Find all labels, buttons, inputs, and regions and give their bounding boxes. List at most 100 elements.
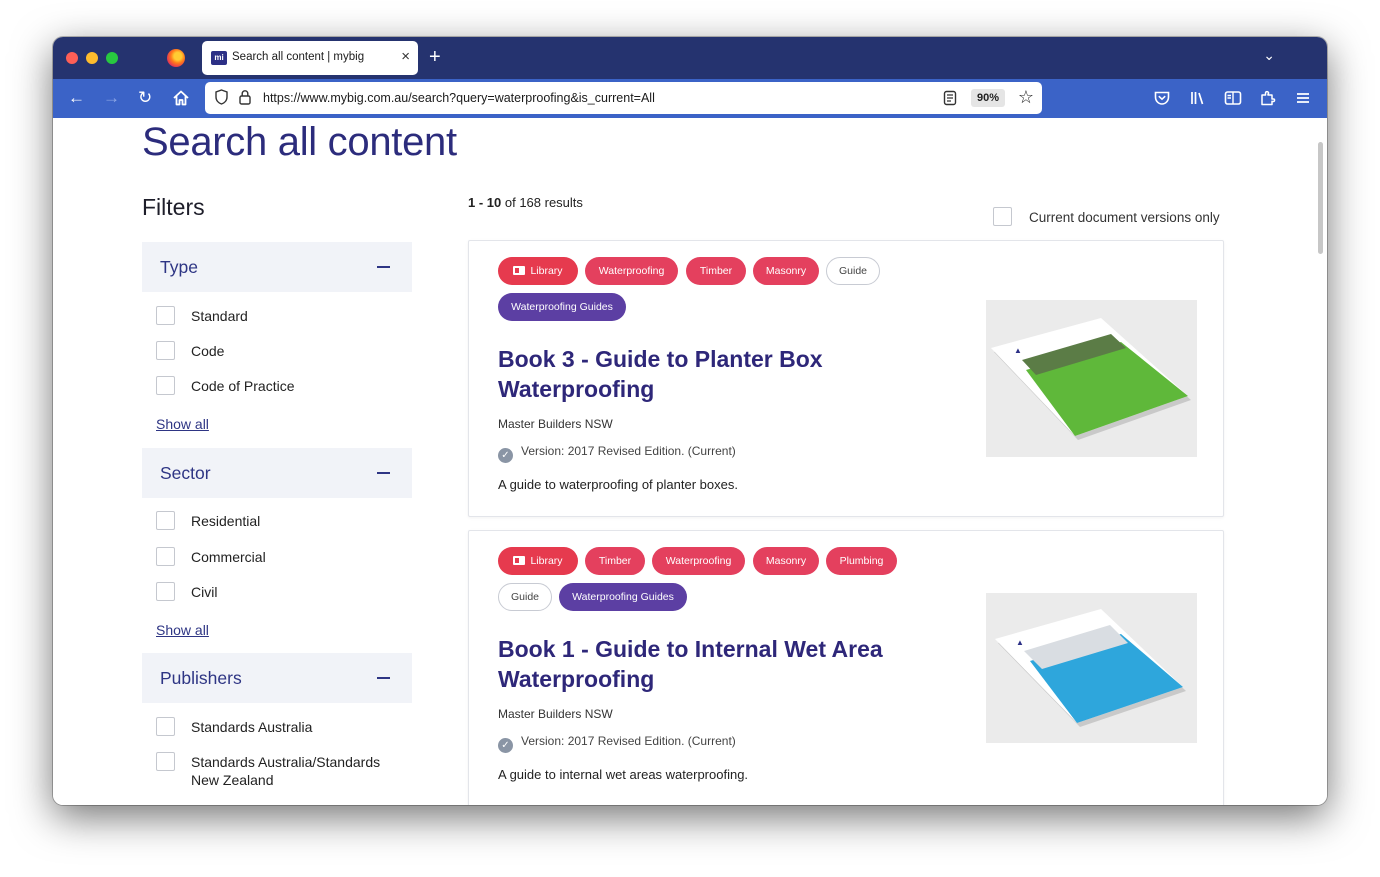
lock-icon[interactable] (238, 89, 252, 105)
maximize-window-button[interactable] (106, 52, 118, 64)
filter-group-publishers-header[interactable]: Publishers (142, 653, 412, 703)
results-range: 1 - 10 (468, 195, 502, 210)
mybig-favicon-icon: mi (211, 51, 227, 65)
close-window-button[interactable] (66, 52, 78, 64)
tag-waterproofing-guides[interactable]: Waterproofing Guides (498, 293, 626, 321)
filter-checkbox[interactable] (156, 582, 175, 601)
filter-option-label: Code of Practice (191, 378, 295, 394)
new-tab-button[interactable]: + (429, 46, 441, 68)
tag-plumbing[interactable]: Plumbing (826, 547, 897, 575)
tag-waterproofing[interactable]: Waterproofing (652, 547, 745, 575)
result-title-link[interactable]: Book 1 - Guide to Internal Wet Area Wate… (498, 634, 918, 694)
filter-checkbox[interactable] (156, 306, 175, 325)
check-circle-icon: ✓ (498, 738, 513, 753)
sidebar-icon[interactable] (1224, 89, 1242, 107)
tag-waterproofing[interactable]: Waterproofing (585, 257, 678, 285)
version-text: Version: 2017 Revised Edition. (Current) (521, 444, 736, 458)
menu-hamburger-icon[interactable] (1294, 89, 1312, 107)
tag-library[interactable]: Library (498, 547, 578, 575)
zoom-level-button[interactable]: 90% (970, 89, 1005, 107)
filter-group-type-header[interactable]: Type (142, 242, 412, 292)
result-title-link[interactable]: Book 3 - Guide to Planter Box Waterproof… (498, 344, 918, 404)
results-count: 1 - 10 of 168 results (468, 195, 583, 210)
filter-checkbox[interactable] (156, 547, 175, 566)
result-version: ✓ Version: 2017 Revised Edition. (Current… (498, 734, 736, 753)
tag-guide[interactable]: Guide (498, 583, 552, 611)
filter-option-label: Standards Australia (191, 719, 313, 735)
minimize-window-button[interactable] (86, 52, 98, 64)
result-publisher: Master Builders NSW (498, 707, 613, 721)
tab-title: Search all content | mybig (232, 51, 365, 63)
filter-checkbox[interactable] (156, 341, 175, 360)
tab-list-chevron-icon[interactable]: ⌄ (1263, 47, 1275, 64)
result-publisher: Master Builders NSW (498, 417, 613, 431)
tag-library[interactable]: Library (498, 257, 578, 285)
book-cover-image: ▲ (995, 609, 1186, 727)
home-icon[interactable] (172, 89, 190, 107)
filter-checkbox[interactable] (156, 752, 175, 771)
collapse-minus-icon[interactable] (377, 266, 390, 268)
url-bar[interactable]: https://www.mybig.com.au/search?query=wa… (205, 82, 1042, 114)
result-cover-thumbnail[interactable]: ▲ (986, 593, 1197, 743)
reload-button[interactable]: ↻ (138, 88, 152, 108)
filters-heading: Filters (142, 194, 205, 220)
tag-timber[interactable]: Timber (585, 547, 645, 575)
result-title-line: Waterproofing (498, 376, 655, 402)
tag-guide[interactable]: Guide (826, 257, 880, 285)
reader-view-icon[interactable] (943, 90, 957, 106)
result-title-line: Waterproofing (498, 666, 655, 692)
filter-group-title: Type (160, 257, 198, 277)
tag-masonry[interactable]: Masonry (753, 257, 819, 285)
result-card[interactable]: Library Waterproofing Timber Masonry Gui… (468, 240, 1224, 517)
tag-label: Library (530, 265, 563, 277)
check-circle-icon: ✓ (498, 448, 513, 463)
extensions-icon[interactable] (1259, 89, 1277, 107)
current-versions-label: Current document versions only (1029, 210, 1220, 225)
page-scrollbar[interactable] (1318, 142, 1323, 254)
results-total: of 168 results (501, 195, 583, 210)
filter-option-label: Commercial (191, 549, 266, 565)
page-content: Search all content Filters Type Standard… (53, 118, 1327, 805)
tag-label: Library (530, 555, 563, 567)
pocket-icon[interactable] (1153, 89, 1171, 107)
bookmark-star-icon[interactable]: ☆ (1018, 87, 1034, 107)
svg-text:▲: ▲ (1014, 346, 1022, 355)
current-versions-checkbox[interactable] (993, 207, 1012, 226)
filter-option-label: Residential (191, 513, 261, 529)
filter-group-sector-header[interactable]: Sector (142, 448, 412, 498)
page-title: Search all content (142, 120, 457, 164)
collapse-minus-icon[interactable] (377, 472, 390, 474)
filter-checkbox[interactable] (156, 717, 175, 736)
result-cover-thumbnail[interactable]: ▲ (986, 300, 1197, 457)
filter-option-label: Standards Australia/Standards (191, 754, 381, 770)
browser-window: mi Search all content | mybig × + ⌄ ← → … (53, 37, 1327, 805)
book-icon (513, 266, 526, 275)
filter-group-title: Sector (160, 463, 211, 483)
tag-masonry[interactable]: Masonry (753, 547, 819, 575)
show-all-type-link[interactable]: Show all (156, 416, 209, 432)
forward-button[interactable]: → (103, 88, 120, 108)
result-description: A guide to internal wet areas waterproof… (498, 767, 749, 782)
show-all-sector-link[interactable]: Show all (156, 622, 209, 638)
collapse-minus-icon[interactable] (377, 677, 390, 679)
result-card[interactable]: Library Timber Waterproofing Masonry Plu… (468, 530, 1224, 805)
tab-active[interactable]: mi Search all content | mybig × (202, 41, 418, 75)
back-button[interactable]: ← (68, 88, 85, 108)
tab-close-icon[interactable]: × (401, 48, 410, 66)
book-cover-image: ▲ (991, 318, 1191, 440)
filter-option-label: Code (191, 343, 225, 359)
filter-option-label-cont: New Zealand (191, 772, 274, 788)
nav-bar: ← → ↻ https://www.mybig.com.au/search?qu… (53, 79, 1327, 118)
result-version: ✓ Version: 2017 Revised Edition. (Current… (498, 444, 736, 463)
filter-checkbox[interactable] (156, 376, 175, 395)
tag-timber[interactable]: Timber (686, 257, 746, 285)
filter-checkbox[interactable] (156, 511, 175, 530)
result-title-line: Book 3 - Guide to Planter Box (498, 346, 823, 372)
svg-text:▲: ▲ (1016, 638, 1024, 647)
book-icon (513, 556, 526, 565)
library-icon[interactable] (1189, 89, 1207, 107)
tag-waterproofing-guides[interactable]: Waterproofing Guides (559, 583, 687, 611)
shield-icon[interactable] (215, 89, 228, 105)
filter-option-label: Standard (191, 308, 248, 324)
url-input[interactable]: https://www.mybig.com.au/search?query=wa… (263, 91, 655, 105)
